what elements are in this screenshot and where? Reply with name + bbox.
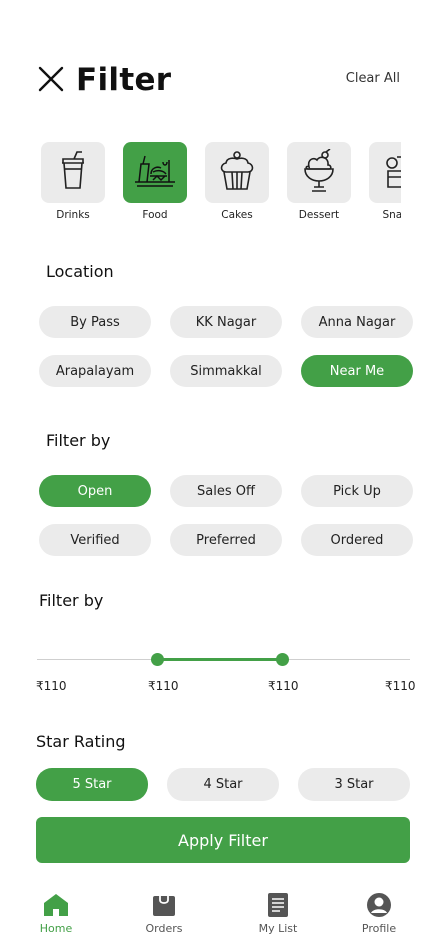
category-label: Cakes xyxy=(221,209,253,221)
star-chip-3[interactable]: 3 Star xyxy=(298,768,410,801)
price-label: ₹110 xyxy=(268,679,299,693)
star-chip-4[interactable]: 4 Star xyxy=(167,768,279,801)
home-icon xyxy=(43,893,69,921)
category-label: Food xyxy=(142,209,168,221)
slider-selected-range xyxy=(157,658,282,661)
location-chip-kk-nagar[interactable]: KK Nagar xyxy=(170,306,282,338)
category-food[interactable]: Food xyxy=(123,142,187,221)
filter-chip-sales-off[interactable]: Sales Off xyxy=(170,475,282,507)
filter-by-title: Filter by xyxy=(46,431,111,450)
clear-all-button[interactable]: Clear All xyxy=(346,71,400,86)
tab-my-list[interactable]: My List xyxy=(243,892,313,935)
filter-chip-pick-up[interactable]: Pick Up xyxy=(301,475,413,507)
price-range-slider[interactable] xyxy=(37,650,410,670)
tab-label: My List xyxy=(258,922,298,935)
food-icon xyxy=(133,154,177,192)
tab-profile[interactable]: Profile xyxy=(344,892,414,935)
category-label: Snacks xyxy=(382,209,401,221)
snack-icon xyxy=(384,151,401,195)
location-chip-simmakkal[interactable]: Simmakkal xyxy=(170,355,282,387)
bottom-tab-bar: Home Orders My List Profile xyxy=(0,888,440,944)
location-chip-by-pass[interactable]: By Pass xyxy=(39,306,151,338)
bag-icon xyxy=(152,893,176,921)
filter-chip-open[interactable]: Open xyxy=(39,475,151,507)
star-rating-title: Star Rating xyxy=(36,732,126,751)
tab-home[interactable]: Home xyxy=(21,894,91,935)
apply-filter-button[interactable]: Apply Filter xyxy=(36,817,410,863)
filter-chip-verified[interactable]: Verified xyxy=(39,524,151,556)
tab-orders[interactable]: Orders xyxy=(129,894,199,935)
price-label: ₹110 xyxy=(385,679,416,693)
tab-label: Orders xyxy=(145,922,183,935)
category-drinks[interactable]: Drinks xyxy=(41,142,105,221)
filter-chip-ordered[interactable]: Ordered xyxy=(301,524,413,556)
tab-label: Home xyxy=(39,922,73,935)
category-carousel[interactable]: Drinks Food Cakes Dessert Sna xyxy=(41,142,401,222)
location-chip-near-me[interactable]: Near Me xyxy=(301,355,413,387)
location-chip-anna-nagar[interactable]: Anna Nagar xyxy=(301,306,413,338)
category-label: Drinks xyxy=(56,209,90,221)
category-label: Dessert xyxy=(298,209,340,221)
list-icon xyxy=(267,892,289,922)
filter-chip-preferred[interactable]: Preferred xyxy=(170,524,282,556)
category-cakes[interactable]: Cakes xyxy=(205,142,269,221)
sundae-icon xyxy=(302,147,336,197)
category-snacks[interactable]: Snacks xyxy=(369,142,401,221)
cup-icon xyxy=(57,150,89,195)
tab-label: Profile xyxy=(361,922,397,935)
location-chip-arapalayam[interactable]: Arapalayam xyxy=(39,355,151,387)
category-dessert[interactable]: Dessert xyxy=(287,142,351,221)
profile-icon xyxy=(366,892,392,922)
cupcake-icon xyxy=(218,150,256,196)
price-label: ₹110 xyxy=(148,679,179,693)
price-label: ₹110 xyxy=(36,679,67,693)
slider-min-thumb[interactable] xyxy=(151,653,164,666)
price-filter-title: Filter by xyxy=(39,591,104,610)
star-chip-5[interactable]: 5 Star xyxy=(36,768,148,801)
page-title: Filter xyxy=(76,62,172,98)
close-icon[interactable] xyxy=(36,64,66,94)
header: Filter Clear All xyxy=(36,62,404,98)
slider-max-thumb[interactable] xyxy=(276,653,289,666)
location-title: Location xyxy=(46,262,114,281)
